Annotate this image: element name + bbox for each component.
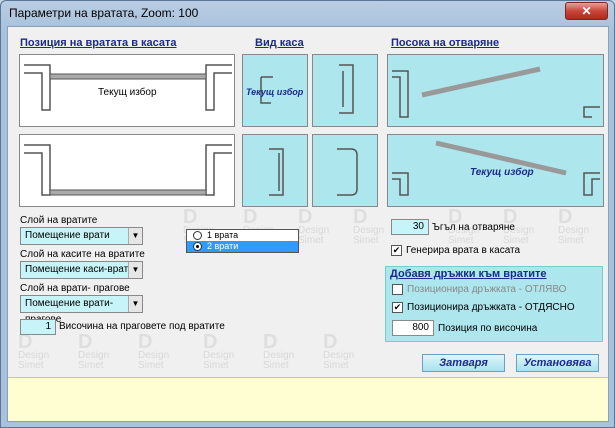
title-bar[interactable]: Параметри на вратата, Zoom: 100 ✕: [1, 1, 614, 25]
thresholds-layer-label: Слой на врати- прагове: [20, 283, 130, 294]
section-title-frame-view: Вид каса: [255, 37, 304, 49]
opening-angle-label: Ъгъл на отваряне: [432, 222, 515, 233]
frame-profile-graphic: [337, 148, 358, 196]
chevron-down-icon[interactable]: ▼: [128, 262, 142, 278]
watermark: DDesignSimet: [203, 331, 235, 371]
frame-view-preview-4[interactable]: [312, 134, 378, 207]
frame-profile-graphic: [339, 64, 354, 114]
opening-direction-preview-1[interactable]: [387, 54, 604, 127]
watermark: DDesignSimet: [353, 206, 385, 246]
watermark: DDesignSimet: [558, 206, 590, 246]
door-swing-graphic: [392, 66, 600, 118]
doors-layer-value: Помещение врати: [25, 230, 110, 241]
chevron-down-icon[interactable]: ▼: [128, 296, 142, 312]
preview-label: Текущ избор: [246, 87, 304, 97]
doors-layer-select[interactable]: Помещение врати ▼: [20, 227, 143, 245]
close-button[interactable]: Затваря: [422, 354, 505, 372]
frame-profile-graphic: Текущ избор: [246, 76, 304, 104]
door-count-option-label: 1 врата: [207, 230, 239, 240]
opening-angle-input[interactable]: 30: [391, 219, 429, 235]
handle-height-input[interactable]: 800: [392, 320, 434, 336]
section-title-position: Позиция на вратата в касата: [20, 37, 177, 49]
preview-label: Текущ избор: [98, 86, 157, 98]
dialog-body: DDesignSimet DDesignSimet DDesignSimet D…: [7, 26, 609, 422]
threshold-height-label: Височина на праговете под вратите: [59, 321, 225, 332]
handles-group: Добавя дръжки към вратите Позиционира др…: [385, 266, 603, 342]
watermark: DDesignSimet: [263, 331, 295, 371]
watermark: DDesignSimet: [138, 331, 170, 371]
generate-door-label: Генерира врата в касата: [406, 245, 521, 256]
radio-selected-icon[interactable]: [193, 242, 202, 251]
watermark: DDesignSimet: [323, 331, 355, 371]
preview-label: Текущ избор: [470, 166, 534, 178]
handle-height-label: Позиция по височина: [438, 323, 538, 334]
section-title-opening-direction: Посока на отваряне: [391, 37, 500, 49]
door-count-option-1[interactable]: 1 врата: [187, 230, 298, 241]
door-in-frame-center-graphic: Текущ избор: [24, 64, 232, 111]
handle-left-label: Позиционира дръжката - ОТЛЯВО: [407, 284, 567, 295]
generate-door-checkbox[interactable]: ✔: [391, 245, 402, 256]
door-in-frame-edge-graphic: [24, 144, 232, 196]
position-preview-edge[interactable]: [19, 134, 235, 207]
close-window-button[interactable]: ✕: [565, 2, 608, 20]
status-area: [8, 377, 608, 421]
radio-icon[interactable]: [193, 231, 202, 240]
handle-right-label: Позиционира дръжката - ОТДЯСНО: [407, 302, 575, 313]
handle-right-checkbox[interactable]: ✔: [392, 302, 403, 313]
frame-view-preview-3[interactable]: [242, 134, 308, 207]
handle-left-checkbox[interactable]: [392, 284, 403, 295]
door-count-option-label: 2 врати: [207, 241, 239, 251]
thresholds-layer-select[interactable]: Помещение врати- прагове ▼: [20, 295, 143, 325]
threshold-height-input[interactable]: 1: [20, 319, 56, 335]
handles-title: Добавя дръжки към вратите: [390, 268, 547, 280]
frame-view-preview-2[interactable]: [312, 54, 378, 127]
apply-button[interactable]: Установява: [516, 354, 599, 372]
chevron-down-icon[interactable]: ▼: [128, 228, 142, 244]
door-swing-graphic: Текущ избор: [392, 140, 600, 196]
door-count-list[interactable]: 1 врата 2 врати: [186, 229, 299, 253]
position-preview-center[interactable]: Текущ избор: [19, 54, 235, 127]
opening-direction-preview-2[interactable]: Текущ избор: [387, 134, 604, 207]
door-count-option-2[interactable]: 2 врати: [187, 241, 298, 252]
doors-layer-label: Слой на вратите: [20, 215, 98, 226]
frames-layer-label: Слой на касите на вратите: [20, 249, 145, 260]
frame-profile-graphic: [269, 148, 284, 196]
window-title: Параметри на вратата, Zoom: 100: [9, 6, 199, 20]
watermark: DDesignSimet: [78, 331, 110, 371]
watermark: DDesignSimet: [18, 331, 50, 371]
frame-view-preview-1[interactable]: Текущ избор: [242, 54, 308, 127]
frames-layer-select[interactable]: Помещение каси-врати ▼: [20, 261, 143, 279]
dialog-window: Параметри на вратата, Zoom: 100 ✕ DDesig…: [0, 0, 615, 428]
close-icon: ✕: [581, 4, 592, 18]
frames-layer-value: Помещение каси-врати: [25, 264, 134, 275]
watermark: DDesignSimet: [298, 206, 330, 246]
